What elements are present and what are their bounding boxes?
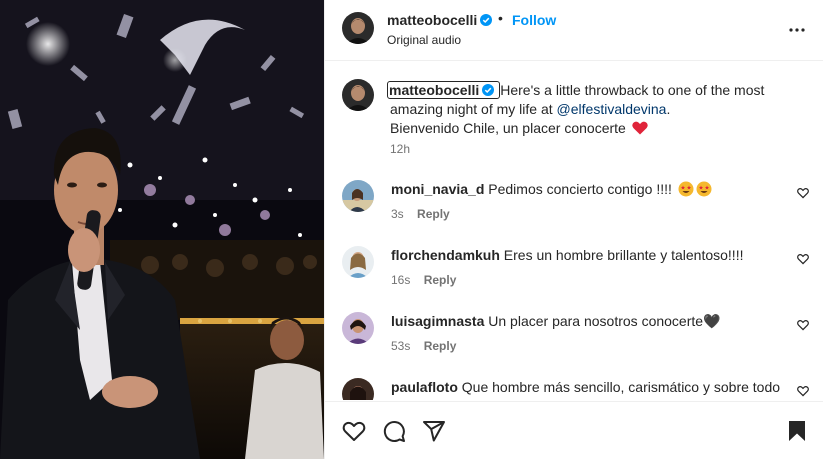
post-header: matteobocelli • Follow Original audio [325, 0, 823, 61]
comment-like-heart-icon[interactable] [797, 318, 809, 331]
commenter-avatar[interactable] [342, 180, 374, 212]
verified-badge-icon [480, 14, 492, 26]
comment-meta: 3s Reply [391, 207, 450, 221]
comment-timestamp: 16s [391, 273, 411, 287]
reply-button[interactable]: Reply [424, 339, 457, 353]
comment-username[interactable]: moni_navia_d [391, 181, 484, 197]
comment-body: paulafloto Que hombre más sencillo, cari… [391, 379, 791, 395]
comment-body: florchendamkuh Eres un hombre brillante … [391, 247, 791, 263]
save-icon[interactable] [785, 419, 809, 443]
comment-body: moni_navia_d Pedimos concierto contigo !… [391, 181, 791, 197]
instagram-post: matteobocelli • Follow Original audio ma… [0, 0, 823, 459]
comment-item: luisagimnasta Un placer para nosotros co… [325, 312, 823, 372]
caption-timestamp: 12h [390, 142, 411, 156]
author-username[interactable]: matteobocelli [387, 12, 477, 28]
comment-username[interactable]: florchendamkuh [391, 247, 500, 263]
red-heart-emoji-icon [631, 121, 648, 135]
comment-text: Que hombre más sencillo, carismático y s… [461, 379, 781, 395]
share-icon[interactable] [422, 419, 446, 443]
comment-item: moni_navia_d Pedimos concierto contigo !… [325, 180, 823, 240]
original-audio-link[interactable]: Original audio [387, 33, 461, 47]
verified-badge-icon [482, 82, 495, 96]
star-struck-emoji-icon [696, 181, 712, 197]
reply-button[interactable]: Reply [424, 273, 457, 287]
reply-button[interactable]: Reply [417, 207, 450, 221]
author-avatar[interactable] [342, 12, 374, 44]
caption-username-text[interactable]: matteobocelli [389, 82, 479, 98]
caption-mention-link[interactable]: @elfestivaldevina [557, 101, 667, 117]
star-struck-emoji-icon [678, 181, 694, 197]
caption-username[interactable]: matteobocelli [387, 81, 501, 99]
post-action-bar [325, 401, 823, 459]
comments-list[interactable]: matteobocelli Here's a little throwback t… [325, 62, 823, 400]
caption-line2: Bienvenido Chile, un placer conocerte [390, 120, 626, 136]
comment-text: Pedimos concierto contigo !!!! [488, 181, 676, 197]
comment-text: Eres un hombre brillante y talentoso!!!! [503, 247, 744, 263]
comment-like-heart-icon[interactable] [797, 252, 809, 265]
comment-icon[interactable] [382, 419, 406, 443]
caption-text-part2: . [666, 101, 671, 117]
post-details-panel: matteobocelli • Follow Original audio ma… [324, 0, 823, 459]
header-separator: • [498, 10, 503, 26]
comment-body: luisagimnasta Un placer para nosotros co… [391, 313, 791, 330]
heart-icon[interactable] [342, 419, 366, 443]
comment-like-heart-icon[interactable] [797, 384, 809, 397]
commenter-avatar[interactable] [342, 246, 374, 278]
comment-text: Un placer para nosotros conocerte🖤 [488, 313, 721, 329]
more-options-icon[interactable] [788, 21, 806, 39]
caption-author-avatar[interactable] [342, 79, 374, 111]
post-caption: matteobocelli Here's a little throwback t… [387, 81, 790, 138]
video-frame [0, 0, 324, 459]
commenter-avatar[interactable] [342, 378, 374, 400]
comment-item: paulafloto Que hombre más sencillo, cari… [325, 378, 823, 400]
commenter-avatar[interactable] [342, 312, 374, 344]
comment-timestamp: 3s [391, 207, 404, 221]
comment-item: florchendamkuh Eres un hombre brillante … [325, 246, 823, 306]
comment-username[interactable]: paulafloto [391, 379, 458, 395]
follow-button[interactable]: Follow [512, 12, 556, 28]
comment-username[interactable]: luisagimnasta [391, 313, 484, 329]
comment-like-heart-icon[interactable] [797, 186, 809, 199]
post-video[interactable] [0, 0, 324, 459]
comment-timestamp: 53s [391, 339, 411, 353]
comment-meta: 16s Reply [391, 273, 456, 287]
comment-meta: 53s Reply [391, 339, 456, 353]
